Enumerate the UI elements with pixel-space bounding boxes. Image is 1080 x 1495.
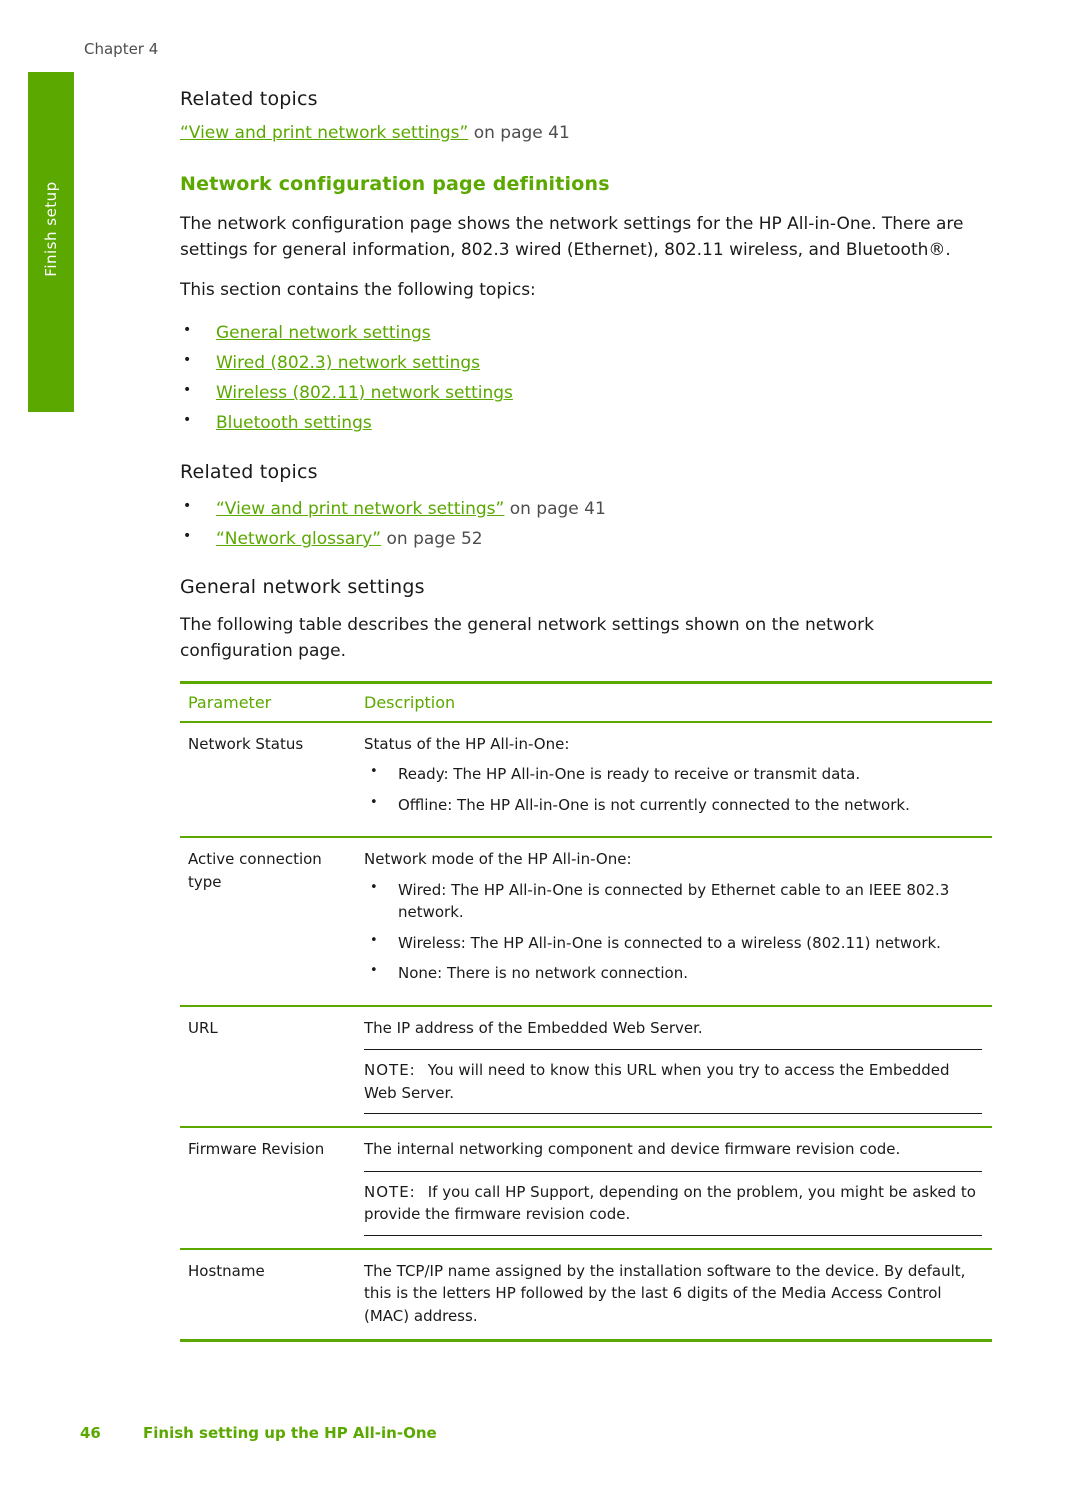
cell-description-url: The IP address of the Embedded Web Serve… (356, 1005, 992, 1129)
cell-description-network-status: Status of the HP All-in-One: • Ready: The… (356, 721, 992, 839)
column-header-description: Description (356, 680, 992, 723)
list-item: • Offline: The HP All-in-One is not curre… (364, 794, 982, 817)
description-bullet-list: • Wired: The HP All-in-One is connected b… (364, 879, 982, 985)
description-bullet-list: • Ready: The HP All-in-One is ready to re… (364, 763, 982, 816)
bullet-dot-icon: • (370, 879, 378, 895)
list-item: • “Network glossary” on page 52 (180, 524, 992, 554)
topic-list: • General network settings • Wired (802.3)… (180, 318, 992, 439)
cell-parameter-hostname: Hostname (180, 1248, 356, 1343)
bullet-text: None: There is no network connection. (398, 964, 688, 983)
description-lead: Network mode of the HP All-in-One: (364, 850, 632, 869)
cell-parameter-url: URL (180, 1005, 356, 1129)
page-content: Related topics “View and print network s… (180, 88, 992, 1343)
paragraph-table-intro: The following table describes the genera… (180, 615, 874, 662)
column-header-parameter: Parameter (180, 680, 356, 723)
bullet-dot-icon: • (370, 963, 378, 979)
list-item: • Bluetooth settings (180, 408, 992, 438)
table-row: Active connection type Network mode of t… (180, 837, 992, 1007)
side-tab-finish-setup: Finish setup (28, 72, 74, 412)
footer-title: Finish setting up the HP All-in-One (143, 1424, 437, 1442)
list-item: • Wireless: The HP All-in-One is connecte… (364, 932, 982, 955)
bullet-text: Offline: The HP All-in-One is not curren… (398, 795, 910, 814)
related-topics-heading-top: Related topics (180, 88, 318, 110)
link-suffix-page-41: on page 41 (468, 123, 570, 143)
subsection-heading-general-network-settings: General network settings (180, 576, 425, 599)
bullet-dot-icon: • (183, 527, 192, 544)
related-topics-list: • “View and print network settings” on pa… (180, 494, 992, 555)
table-row: Hostname The TCP/IP name assigned by the… (180, 1248, 992, 1343)
link-bluetooth-settings[interactable]: Bluetooth settings (216, 413, 372, 433)
bullet-dot-icon: • (370, 794, 378, 810)
paragraph-network-config-intro: The network configuration page shows the… (180, 213, 964, 260)
list-item: • None: There is no network connection. (364, 962, 982, 985)
bullet-text: Ready: The HP All-in-One is ready to rec… (398, 765, 861, 784)
description-lead: The IP address of the Embedded Web Serve… (364, 1018, 703, 1037)
general-network-settings-table: Parameter Description Network Status Sta… (180, 680, 992, 1343)
bullet-dot-icon: • (183, 412, 192, 429)
bullet-text: Wired: The HP All-in-One is connected by… (398, 880, 950, 922)
list-item: • Ready: The HP All-in-One is ready to re… (364, 763, 982, 786)
related-topic-link-top: “View and print network settings” on pag… (180, 121, 992, 147)
bullet-text: Wireless: The HP All-in-One is connected… (398, 933, 941, 952)
bullet-dot-icon: • (183, 351, 192, 368)
section-heading-network-configuration: Network configuration page definitions (180, 172, 610, 195)
table-row: Network Status Status of the HP All-in-O… (180, 721, 992, 839)
paragraph-contains-topics: This section contains the following topi… (180, 280, 536, 301)
link-general-network-settings[interactable]: General network settings (216, 323, 431, 343)
note-block-firmware-revision: NOTE: If you call HP Support, depending o… (364, 1170, 982, 1236)
note-label: NOTE: (364, 1061, 416, 1080)
note-label: NOTE: (364, 1182, 416, 1201)
link-network-glossary[interactable]: “Network glossary” (216, 529, 381, 549)
cell-description-firmware-revision: The internal networking component and de… (356, 1127, 992, 1250)
list-item: • Wired: The HP All-in-One is connected b… (364, 879, 982, 924)
list-item: • Wired (802.3) network settings (180, 348, 992, 378)
related-topics-heading-main: Related topics (180, 460, 318, 483)
link-view-and-print-network-settings-2[interactable]: “View and print network settings” (216, 499, 504, 519)
table-row: Firmware Revision The internal networkin… (180, 1127, 992, 1250)
link-suffix-page-41-2: on page 41 (504, 498, 606, 519)
cell-parameter-active-connection-type: Active connection type (180, 837, 356, 1007)
link-wired-network-settings[interactable]: Wired (802.3) network settings (216, 353, 480, 373)
bullet-dot-icon: • (183, 321, 192, 338)
note-text: If you call HP Support, depending on the… (364, 1182, 976, 1224)
list-item: • “View and print network settings” on pa… (180, 494, 992, 524)
link-wireless-network-settings[interactable]: Wireless (802.11) network settings (216, 383, 513, 403)
description-lead: The internal networking component and de… (364, 1140, 901, 1159)
description-lead: Status of the HP All-in-One: (364, 734, 570, 753)
list-item: • Wireless (802.11) network settings (180, 378, 992, 408)
chapter-label: Chapter 4 (84, 40, 159, 58)
table-row: URL The IP address of the Embedded Web S… (180, 1005, 992, 1129)
bullet-dot-icon: • (370, 764, 378, 780)
list-item: • General network settings (180, 318, 992, 348)
link-view-and-print-network-settings[interactable]: “View and print network settings” (180, 123, 468, 143)
link-suffix-page-52: on page 52 (381, 528, 483, 549)
footer-page-number: 46 (80, 1424, 101, 1442)
cell-description-hostname: The TCP/IP name assigned by the installa… (356, 1248, 992, 1343)
bullet-dot-icon: • (183, 497, 192, 514)
cell-description-active-connection-type: Network mode of the HP All-in-One: • Wire… (356, 837, 992, 1007)
note-text: You will need to know this URL when you … (364, 1061, 950, 1102)
bullet-dot-icon: • (370, 932, 378, 948)
side-tab-label: Finish setup (42, 181, 60, 277)
cell-parameter-firmware-revision: Firmware Revision (180, 1127, 356, 1250)
bullet-dot-icon: • (183, 382, 192, 399)
cell-parameter-network-status: Network Status (180, 721, 356, 839)
table-header-row: Parameter Description (180, 680, 992, 723)
note-block-url: NOTE: You will need to know this URL when… (364, 1049, 982, 1115)
